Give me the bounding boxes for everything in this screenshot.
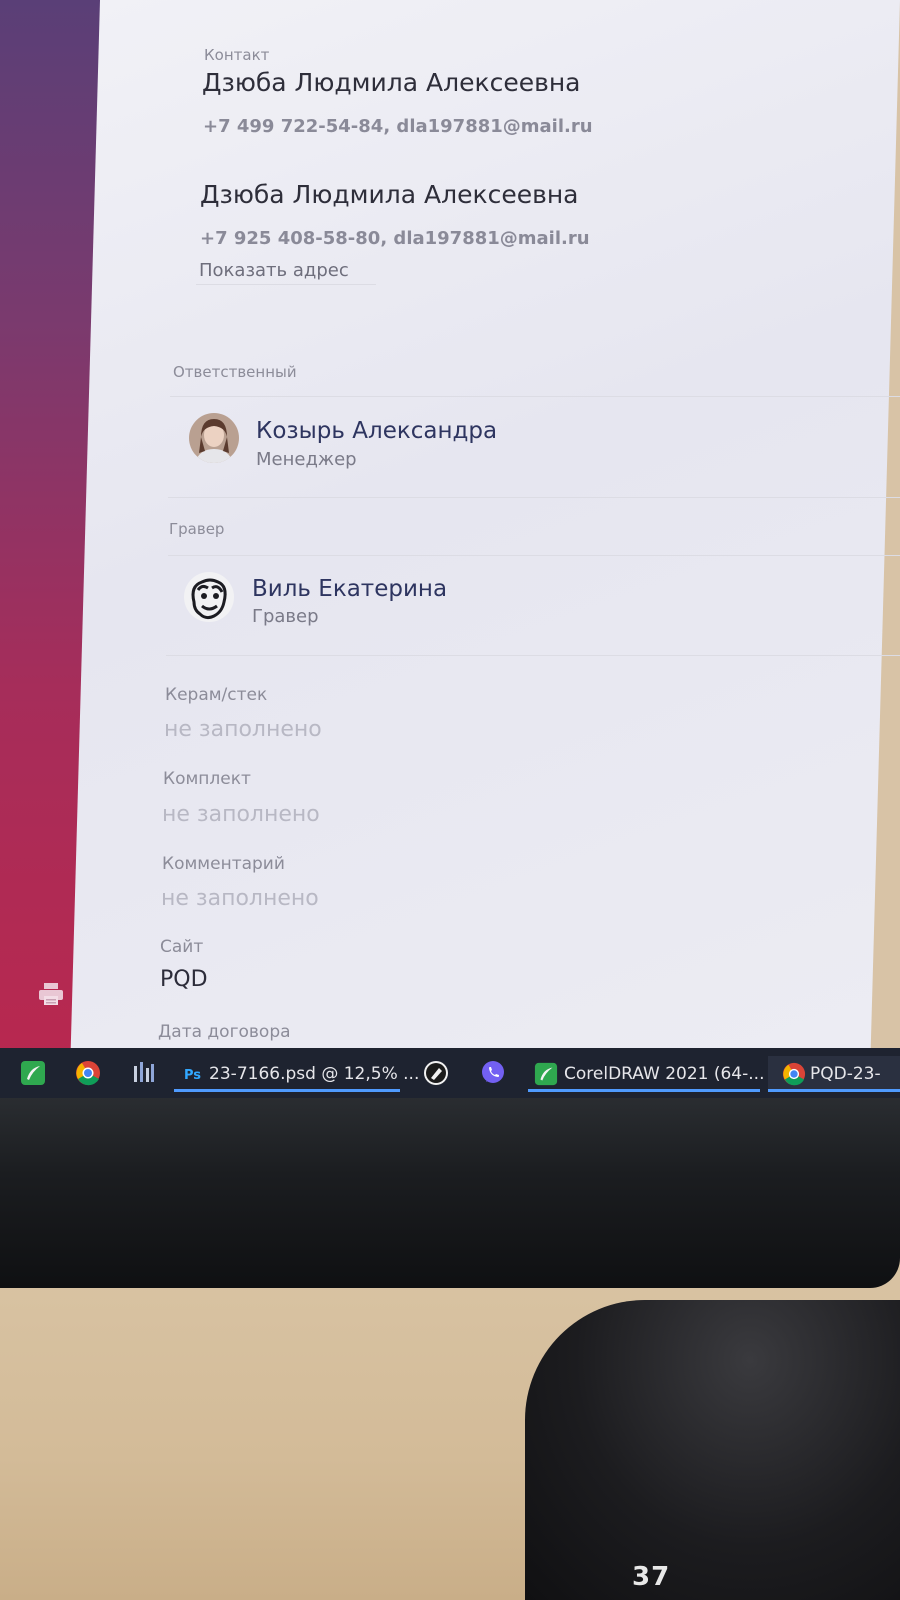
photoshop-window-title: 23-7166.psd @ 12,5% ... [209, 1064, 420, 1084]
engraver-name[interactable]: Виль Екатерина [252, 576, 447, 602]
taskbar: Ps 23-7166.psd @ 12,5% ... CorelDRAW 2021… [0, 1048, 900, 1098]
field-label-comment: Комментарий [162, 854, 285, 874]
engraver-section-label: Гравер [169, 520, 225, 538]
coreldraw-active-indicator [528, 1089, 760, 1092]
field-label-site: Сайт [160, 937, 204, 957]
responsible-avatar[interactable] [189, 413, 239, 463]
contact-details-2[interactable]: +7 925 408-58-80, dla197881@mail.ru [200, 228, 590, 249]
engraver-avatar[interactable] [184, 572, 234, 622]
responsible-role: Менеджер [256, 449, 357, 470]
field-value-site[interactable]: PQD [160, 967, 208, 992]
responsible-bottom-divider [168, 497, 900, 498]
responsible-name[interactable]: Козырь Александра [256, 418, 497, 444]
engraver-bottom-divider [166, 655, 900, 656]
contact-details-1[interactable]: +7 499 722-54-84, dla197881@mail.ru [203, 116, 593, 137]
pen-icon[interactable] [423, 1060, 449, 1086]
taskbar-photoshop-window[interactable]: Ps 23-7166.psd @ 12,5% ... [174, 1056, 419, 1092]
field-label-komplekt: Комплект [163, 769, 251, 789]
user-photo-icon [189, 413, 239, 463]
chrome-icon[interactable] [75, 1060, 101, 1086]
printer-icon[interactable] [38, 982, 64, 1006]
taskbar-coreldraw-window[interactable]: CorelDRAW 2021 (64-... [528, 1056, 764, 1092]
chrome-window-icon [782, 1062, 806, 1086]
contract-date-label: Дата договора [158, 1022, 291, 1042]
app-icon[interactable] [131, 1060, 157, 1086]
photoshop-active-indicator [174, 1089, 400, 1092]
field-value-komplekt[interactable]: не заполнено [162, 802, 320, 827]
responsible-top-divider [170, 396, 900, 397]
viber-icon[interactable] [480, 1060, 506, 1086]
user-drawing-icon [184, 572, 234, 622]
engraver-top-divider [168, 555, 900, 556]
responsible-section-label: Ответственный [173, 363, 297, 381]
chrome-window-title: PQD-23- [810, 1064, 881, 1084]
field-value-comment[interactable]: не заполнено [161, 886, 319, 911]
contact-name-2[interactable]: Дзюба Людмила Алексеевна [200, 180, 579, 209]
monitor-stand [525, 1300, 900, 1600]
coreldraw-window-icon [534, 1062, 558, 1086]
coreldraw-window-title: CorelDRAW 2021 (64-... [564, 1064, 765, 1084]
field-label-keram: Керам/стек [165, 685, 268, 705]
coreldraw-icon[interactable] [20, 1060, 46, 1086]
monitor-bezel [0, 1098, 900, 1288]
contact-name-1[interactable]: Дзюба Людмила Алексеевна [202, 68, 581, 97]
engraver-role: Гравер [252, 606, 319, 627]
stand-label: 37 [632, 1562, 671, 1592]
contact-section-label: Контакт [204, 46, 270, 64]
taskbar-chrome-window[interactable]: PQD-23- [768, 1056, 900, 1092]
contact-divider [196, 284, 376, 285]
chrome-active-indicator [768, 1089, 900, 1092]
field-value-keram[interactable]: не заполнено [164, 717, 322, 742]
show-address-link[interactable]: Показать адрес [199, 260, 349, 281]
screen: Контакт Дзюба Людмила Алексеевна +7 499 … [0, 0, 900, 1098]
